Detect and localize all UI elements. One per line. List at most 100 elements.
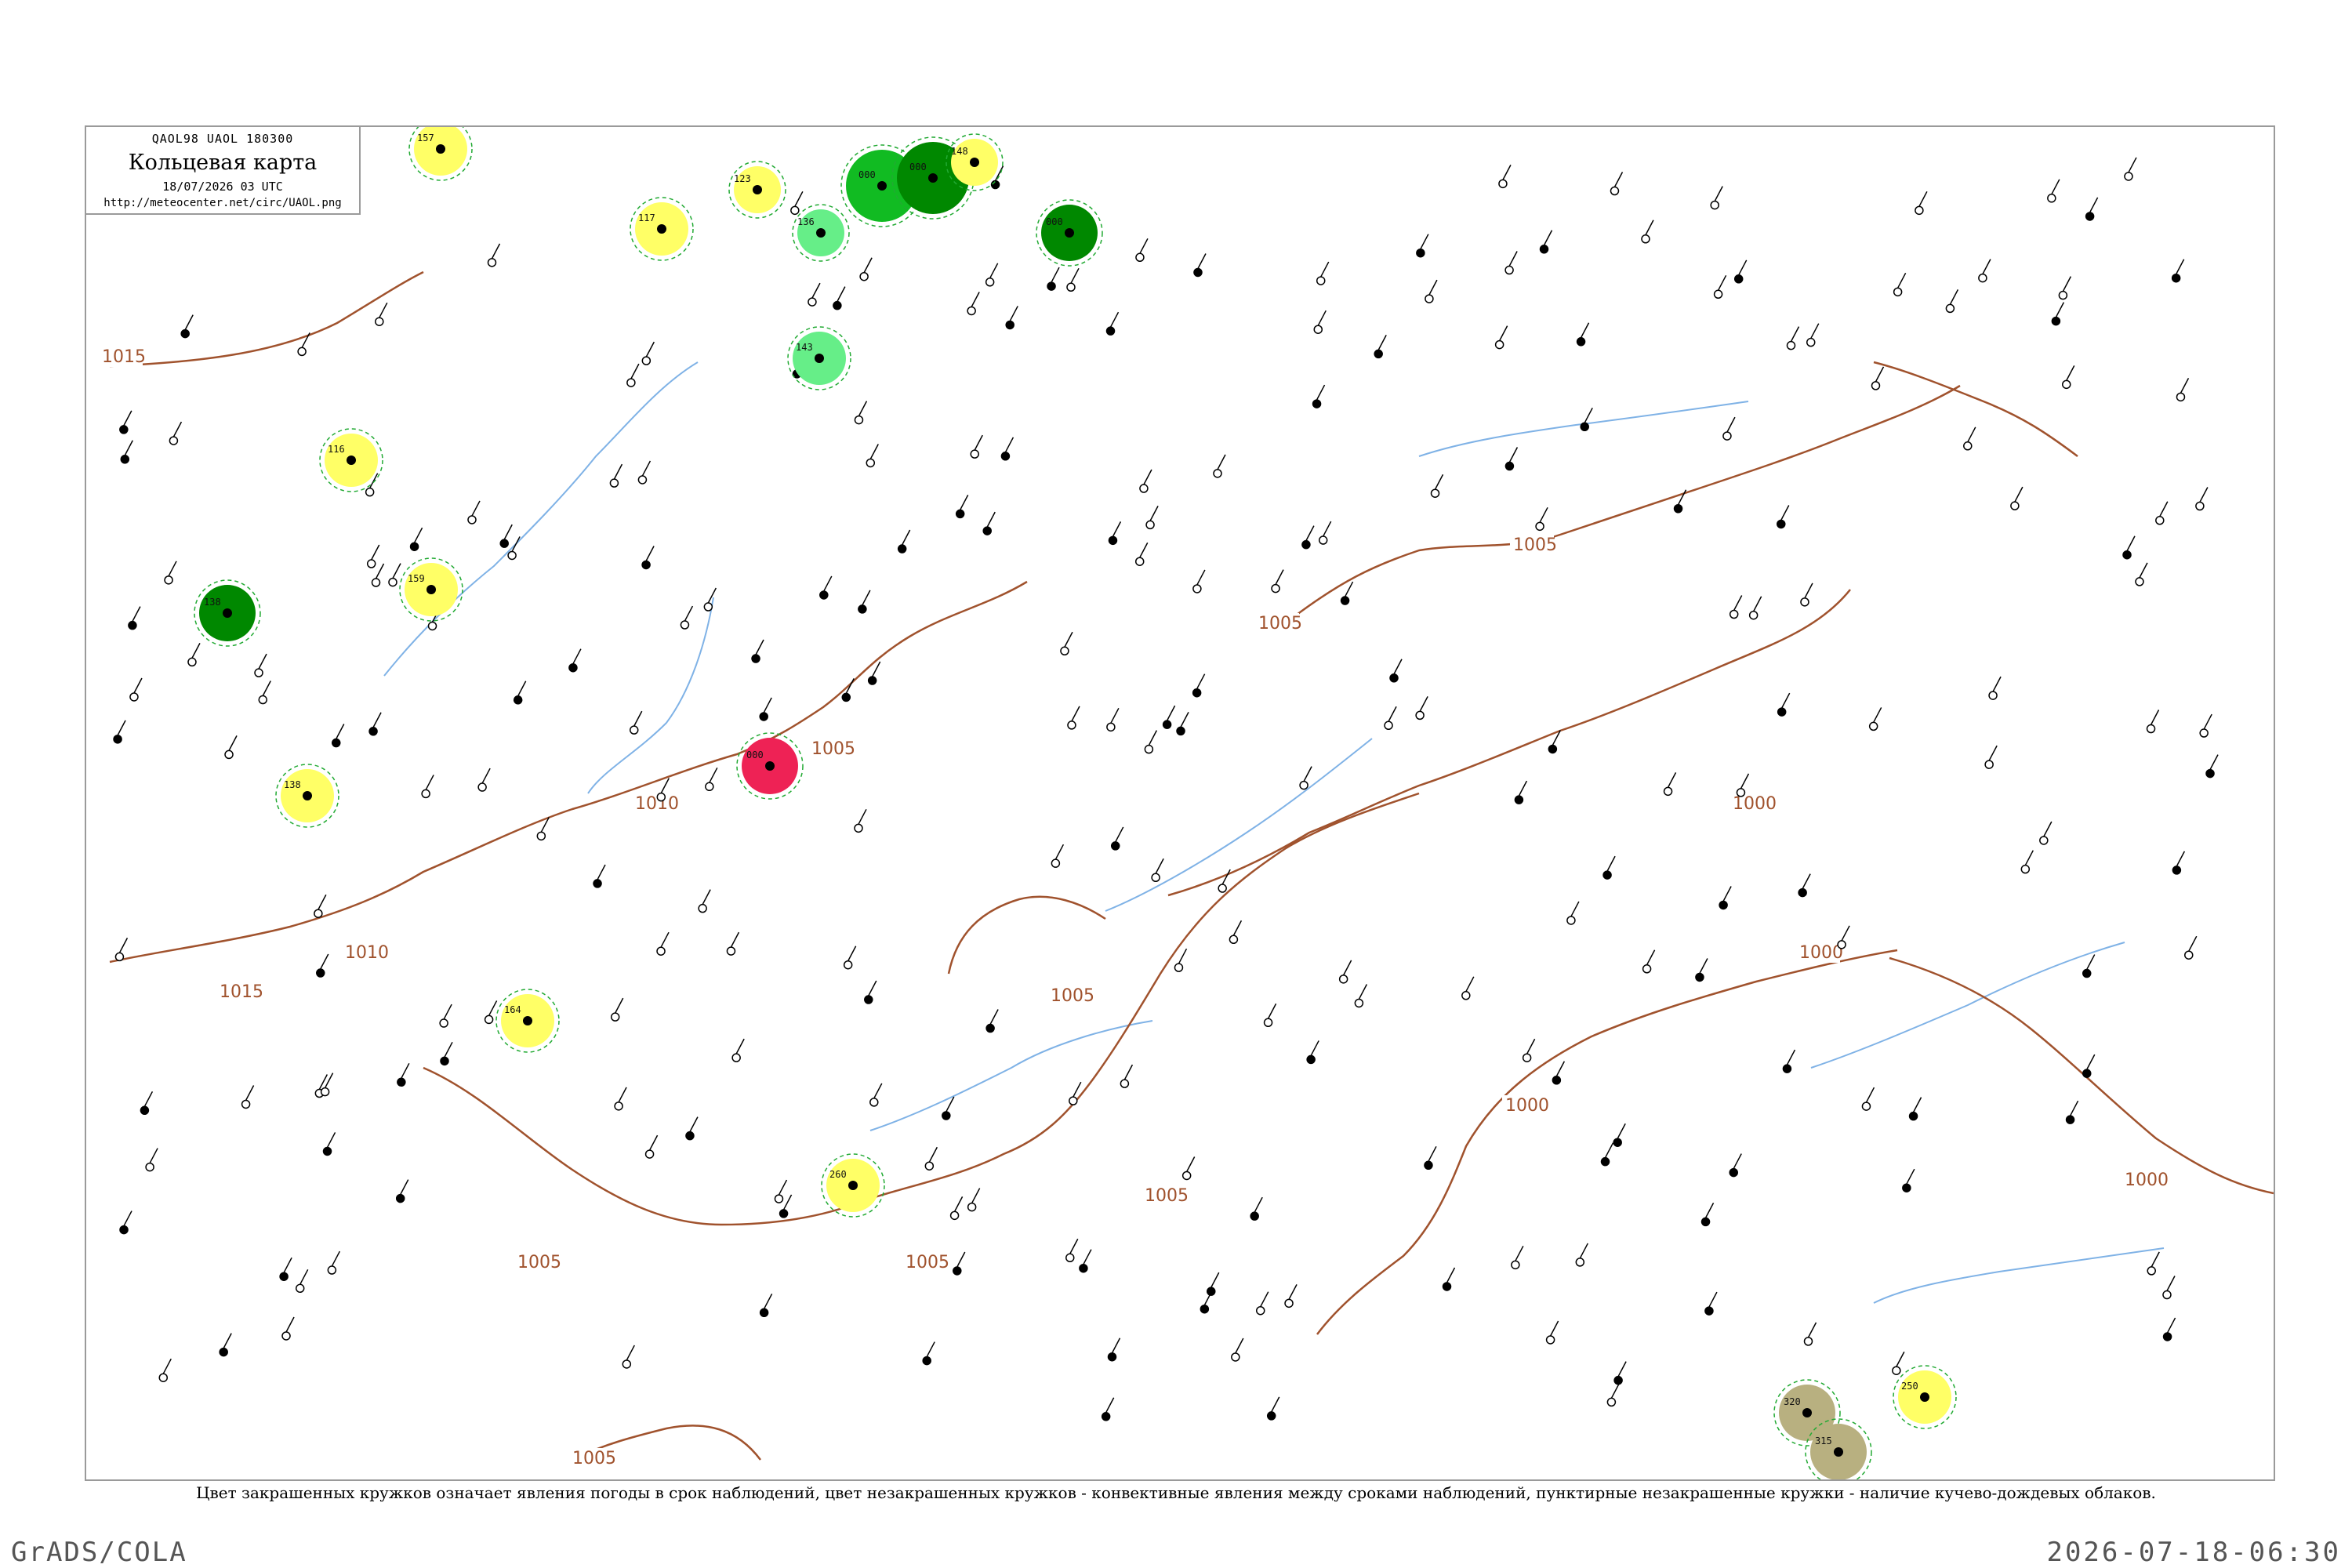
isobar-line <box>1873 361 2078 458</box>
station-dot <box>1733 274 1744 284</box>
station-dot <box>158 1373 169 1382</box>
wind-barb <box>1210 1272 1220 1288</box>
wind-barb <box>660 778 670 793</box>
station-marker <box>2162 1317 2176 1341</box>
wind-barb <box>1235 1338 1244 1354</box>
station-marker <box>2020 850 2034 874</box>
station-marker <box>869 1083 883 1107</box>
station-marker <box>1803 1322 1817 1346</box>
wind-barb <box>488 1000 498 1016</box>
isobar-line <box>1293 384 1961 619</box>
station-dot <box>1786 340 1796 350</box>
wind-barb <box>1112 521 1122 537</box>
station-dot <box>440 1056 449 1066</box>
station-dot <box>1777 519 1786 529</box>
station-marker <box>1893 272 1907 297</box>
station-marker <box>1719 886 1732 910</box>
station-marker <box>1340 581 1354 605</box>
station-pressure-value: 136 <box>797 216 815 227</box>
wind-barb <box>228 735 238 751</box>
wind-barb <box>848 946 857 962</box>
station-marker <box>513 681 527 705</box>
wind-barb <box>223 1333 232 1348</box>
station-dot <box>1663 786 1673 797</box>
station-dot <box>1416 248 1425 258</box>
station-marker <box>609 463 623 488</box>
station-marker <box>477 768 491 792</box>
wind-barb <box>2150 710 2160 725</box>
station-dot <box>1425 294 1434 303</box>
station-dot <box>332 738 341 748</box>
station-marker <box>1051 844 1065 868</box>
isobar-label: 1000 <box>1733 794 1777 814</box>
wind-barb <box>837 286 846 302</box>
station-dot <box>1105 326 1116 336</box>
station-marker <box>1673 489 1687 514</box>
station-marker <box>1108 521 1122 546</box>
station-dot <box>731 1053 741 1062</box>
station-marker <box>1213 454 1226 478</box>
station-marker <box>2124 157 2137 181</box>
wind-barb <box>379 302 388 318</box>
station-marker <box>1284 1283 1298 1308</box>
station-marker <box>897 529 911 554</box>
station-dot <box>523 1016 532 1025</box>
wind-barb <box>645 546 655 561</box>
station-marker <box>279 1257 292 1281</box>
weather-phenomenon-circle: 136 <box>792 204 850 262</box>
wind-barb <box>132 606 141 622</box>
station-marker <box>2195 487 2209 511</box>
station-marker <box>1786 326 1800 350</box>
station-marker <box>467 500 481 524</box>
station-marker <box>2162 1276 2176 1300</box>
wind-barb <box>124 440 133 456</box>
wind-barb <box>2180 377 2190 394</box>
station-marker <box>1566 901 1580 925</box>
station-marker <box>1700 1203 1715 1227</box>
map-source-url[interactable]: http://meteocenter.net/circ/UAOL.png <box>86 197 359 209</box>
wind-barb <box>318 894 327 910</box>
station-dot <box>1514 795 1524 804</box>
station-dot <box>1065 1253 1075 1263</box>
station-marker <box>1522 1038 1536 1062</box>
station-pressure-value: 000 <box>858 169 876 180</box>
station-marker <box>2171 259 2185 283</box>
station-dot <box>614 1102 623 1111</box>
station-marker <box>114 938 129 962</box>
station-marker <box>819 575 833 600</box>
station-dot <box>1299 780 1308 790</box>
station-marker <box>1504 251 1518 275</box>
station-marker <box>1338 960 1352 984</box>
station-dot <box>1722 431 1732 441</box>
station-marker <box>2085 197 2099 221</box>
station-dot <box>1545 1335 1555 1345</box>
weather-phenomenon-circle: 000 <box>736 732 804 800</box>
station-dot <box>1504 265 1514 275</box>
station-dot <box>365 487 375 497</box>
wind-barb <box>283 1257 292 1273</box>
station-dot <box>1606 1397 1617 1407</box>
station-dot <box>1271 583 1280 593</box>
isobar-label: 1015 <box>220 982 263 1002</box>
wind-barb <box>2043 821 2053 837</box>
station-marker <box>145 1148 158 1172</box>
isobars <box>109 270 2274 1461</box>
wind-barb <box>1699 958 1708 974</box>
station-marker <box>1416 234 1429 258</box>
station-marker <box>1271 569 1284 593</box>
station-dot <box>2162 1332 2172 1341</box>
station-marker <box>1575 1243 1588 1267</box>
station-marker <box>1663 772 1677 797</box>
wind-barb <box>1393 659 1403 675</box>
station-dot <box>241 1099 251 1109</box>
station-dot <box>1539 245 1549 254</box>
station-marker <box>1861 1087 1875 1111</box>
station-marker <box>759 1293 773 1318</box>
map-datetime: 18/07/2026 03 UTC <box>162 180 283 194</box>
station-marker <box>790 191 804 216</box>
wind-barb <box>689 1116 699 1132</box>
station-dot <box>1920 1392 1929 1402</box>
wind-barb <box>1110 707 1120 724</box>
station-dot <box>2147 1266 2156 1276</box>
station-dot <box>1301 539 1311 550</box>
